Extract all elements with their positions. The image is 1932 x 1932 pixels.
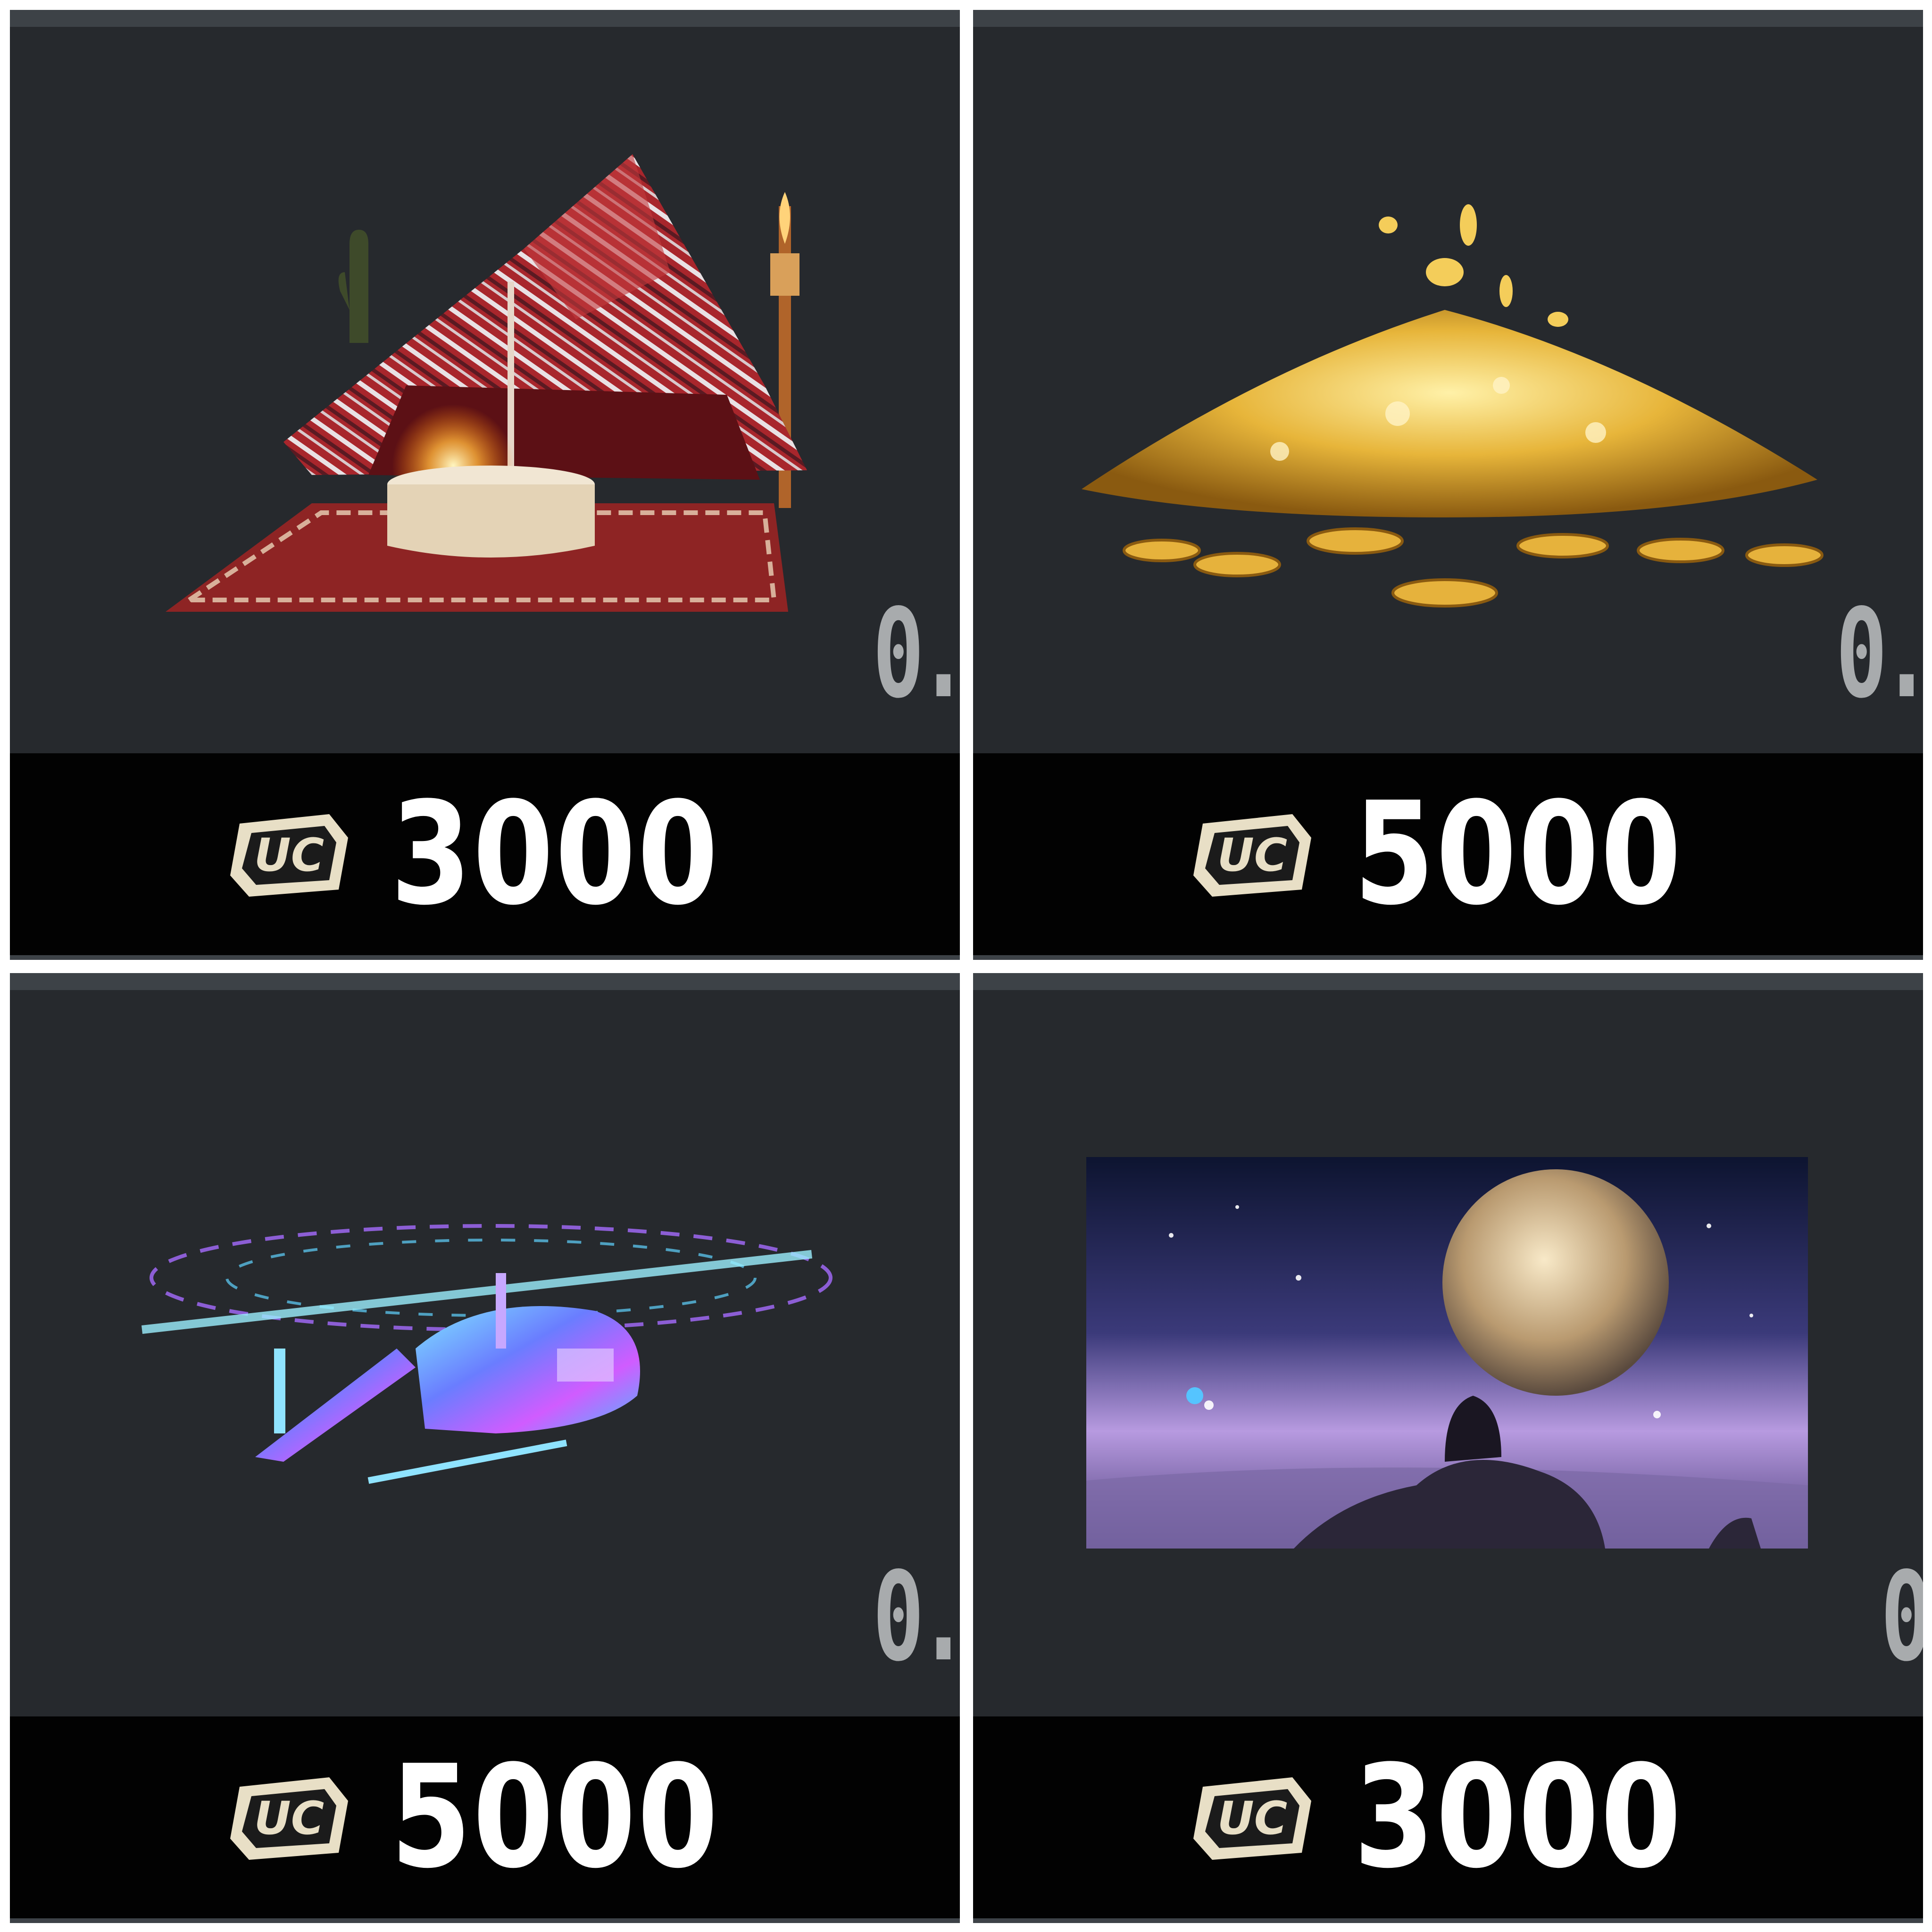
shop-item-tent[interactable]: 0. UC 3000 xyxy=(10,10,960,960)
svg-text:UC: UC xyxy=(254,829,324,882)
svg-text:UC: UC xyxy=(1217,829,1287,882)
uc-currency-icon: UC xyxy=(230,1777,348,1860)
tent-image xyxy=(10,27,960,753)
shop-item-moon-scene[interactable]: 0 UC 3000 xyxy=(973,973,1923,1923)
uc-currency-icon: UC xyxy=(230,814,348,897)
coin-pile-image xyxy=(973,27,1923,753)
shop-item-helicopter[interactable]: 0. UC 5000 xyxy=(10,973,960,1923)
side-mark-text: 0. xyxy=(872,583,960,725)
svg-text:UC: UC xyxy=(1217,1792,1287,1845)
uc-currency-icon: UC xyxy=(1193,814,1311,897)
side-mark-text: 0 xyxy=(1881,1546,1923,1689)
uc-currency-icon: UC xyxy=(1193,1777,1311,1860)
price-bar: UC 3000 xyxy=(973,1716,1923,1923)
price-label: 3000 xyxy=(390,772,720,936)
price-bar: UC 5000 xyxy=(973,753,1923,960)
price-bar: UC 5000 xyxy=(10,1716,960,1923)
svg-text:UC: UC xyxy=(254,1792,324,1845)
price-label: 5000 xyxy=(390,1735,720,1899)
moon-scene-image xyxy=(973,990,1923,1716)
helicopter-image xyxy=(10,990,960,1716)
side-mark-text: 0. xyxy=(872,1546,960,1689)
side-mark-text: 0. xyxy=(1835,583,1923,725)
shop-item-coin-pile[interactable]: 0. UC 5000 xyxy=(973,10,1923,960)
price-label: 5000 xyxy=(1353,772,1683,936)
price-bar: UC 3000 xyxy=(10,753,960,960)
price-label: 3000 xyxy=(1353,1735,1683,1899)
